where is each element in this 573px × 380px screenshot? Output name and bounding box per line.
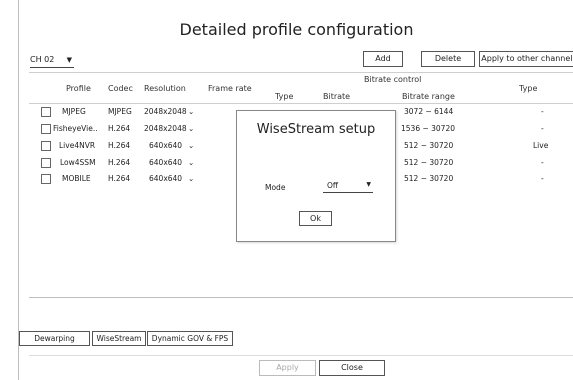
resolution-dropdown-icon[interactable]: ⌄ xyxy=(188,107,194,116)
cell-resolution: 640x640 xyxy=(149,158,183,167)
mode-select[interactable]: Off ▼ xyxy=(323,179,373,193)
row-checkbox[interactable] xyxy=(41,141,51,151)
cell-codec: H.264 xyxy=(108,158,131,167)
mode-value: Off xyxy=(327,181,339,190)
cell-resolution: 640x640 xyxy=(149,174,183,183)
add-button[interactable]: Add xyxy=(363,51,403,67)
cell-type: - xyxy=(541,124,544,133)
table-bottom-line xyxy=(29,297,573,298)
header-bitrate: Bitrate xyxy=(323,92,351,101)
cell-bitrate-range: 512 ~ 30720 xyxy=(404,158,454,167)
cell-bitrate-range: 3072 ~ 6144 xyxy=(404,107,454,116)
header-resolution: Resolution xyxy=(144,84,186,93)
chevron-down-icon: ▼ xyxy=(66,56,72,64)
header-bitrate-range: Bitrate range xyxy=(402,92,455,101)
profile-config-dialog: Detailed profile configuration CH 02 ▼ A… xyxy=(18,0,573,380)
resolution-dropdown-icon[interactable]: ⌄ xyxy=(188,174,194,183)
header-type: Type xyxy=(275,92,294,101)
header-codec: Codec xyxy=(108,84,133,93)
cell-profile: Live4NVR xyxy=(59,141,96,150)
cell-type: - xyxy=(541,174,544,183)
cell-profile: Low4SSM xyxy=(60,158,96,167)
table-header-top-line xyxy=(29,72,573,73)
row-checkbox[interactable] xyxy=(41,107,51,117)
cell-codec: H.264 xyxy=(108,174,131,183)
ok-button[interactable]: Ok xyxy=(299,211,332,226)
resolution-dropdown-icon[interactable]: ⌄ xyxy=(188,141,194,150)
chevron-down-icon: ▼ xyxy=(366,181,371,188)
header-type-right: Type xyxy=(519,84,538,93)
row-checkbox[interactable] xyxy=(41,124,51,134)
header-frame-rate: Frame rate xyxy=(208,84,252,93)
dynamic-gov-fps-button[interactable]: Dynamic GOV & FPS xyxy=(147,331,233,346)
cell-codec: H.264 xyxy=(108,141,131,150)
cell-resolution: 2048x2048 xyxy=(144,107,187,116)
cell-type: Live xyxy=(533,141,549,150)
wisestream-button[interactable]: WiseStream xyxy=(92,331,146,346)
header-bitrate-control: Bitrate control xyxy=(364,75,422,84)
cell-type: - xyxy=(541,107,544,116)
apply-other-channels-button[interactable]: Apply to other channels xyxy=(479,51,573,67)
cell-bitrate-range: 512 ~ 30720 xyxy=(404,141,454,150)
channel-value: CH 02 xyxy=(30,55,55,64)
cell-codec: H.264 xyxy=(108,124,131,133)
cell-profile: FisheyeVie.. xyxy=(53,124,98,133)
channel-select[interactable]: CH 02 ▼ xyxy=(30,53,74,68)
mode-label: Mode xyxy=(265,183,286,192)
row-checkbox[interactable] xyxy=(41,158,51,168)
cell-bitrate-range: 512 ~ 30720 xyxy=(404,174,454,183)
cell-type: - xyxy=(541,158,544,167)
dewarping-button[interactable]: Dewarping xyxy=(19,331,90,346)
wisestream-setup-modal: WiseStream setup Mode Off ▼ Ok xyxy=(236,110,396,242)
resolution-dropdown-icon[interactable]: ⌄ xyxy=(188,158,194,167)
apply-button[interactable]: Apply xyxy=(259,360,316,376)
cell-profile: MJPEG xyxy=(62,107,86,116)
footer-divider xyxy=(29,355,573,356)
close-button[interactable]: Close xyxy=(319,360,385,376)
modal-title: WiseStream setup xyxy=(256,122,376,137)
cell-bitrate-range: 1536 ~ 30720 xyxy=(401,124,455,133)
resolution-dropdown-icon[interactable]: ⌄ xyxy=(188,124,194,133)
cell-resolution: 2048x2048 xyxy=(144,124,187,133)
delete-button[interactable]: Delete xyxy=(421,51,475,67)
cell-resolution: 640x640 xyxy=(149,141,183,150)
header-profile: Profile xyxy=(66,84,91,93)
row-checkbox[interactable] xyxy=(41,174,51,184)
cell-profile: MOBILE xyxy=(62,174,91,183)
dialog-title: Detailed profile configuration xyxy=(179,20,414,39)
cell-codec: MJPEG xyxy=(108,107,132,116)
